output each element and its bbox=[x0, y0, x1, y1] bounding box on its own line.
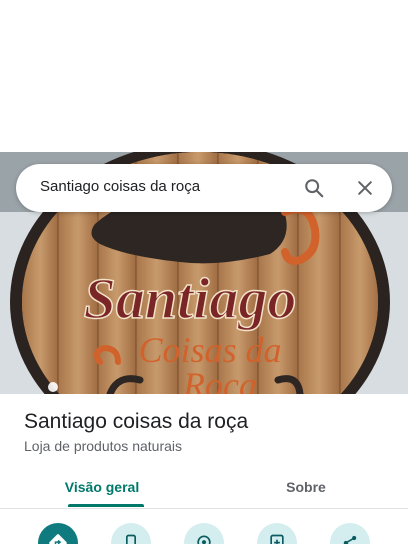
place-category[interactable]: Loja de produtos naturais bbox=[24, 438, 182, 454]
directions-icon bbox=[49, 534, 67, 544]
share-button[interactable] bbox=[330, 523, 370, 544]
tabs-divider bbox=[0, 508, 408, 509]
phone-icon bbox=[126, 534, 136, 544]
close-button[interactable] bbox=[349, 172, 381, 204]
sign-text-line3: Roça bbox=[182, 365, 257, 394]
sign-text-line2: Coisas da bbox=[138, 330, 281, 370]
save-location-icon bbox=[197, 535, 211, 544]
search-input[interactable]: Santiago coisas da roça bbox=[40, 178, 200, 195]
sign-text-line1: Santiago bbox=[84, 266, 297, 331]
close-icon bbox=[358, 181, 372, 195]
call-button[interactable] bbox=[111, 523, 151, 544]
tab-overview[interactable]: Visão geral bbox=[0, 466, 204, 508]
place-screen: Santiago Coisas da Roça Santiago coisas … bbox=[0, 0, 408, 544]
action-buttons bbox=[0, 520, 408, 544]
directions-button[interactable] bbox=[38, 523, 78, 544]
search-icon bbox=[305, 179, 324, 198]
place-title: Santiago coisas da roça bbox=[24, 410, 249, 433]
tab-about[interactable]: Sobre bbox=[204, 466, 408, 508]
tab-selected-indicator bbox=[68, 504, 144, 507]
add-contact-icon bbox=[270, 534, 284, 544]
search-button[interactable] bbox=[298, 172, 330, 204]
place-tabs: Visão geral Sobre bbox=[0, 466, 408, 508]
share-icon bbox=[343, 535, 357, 544]
photo-indicator-icon bbox=[48, 382, 58, 392]
search-bar[interactable]: Santiago coisas da roça bbox=[16, 164, 392, 212]
save-button[interactable] bbox=[184, 523, 224, 544]
add-contact-button[interactable] bbox=[257, 523, 297, 544]
